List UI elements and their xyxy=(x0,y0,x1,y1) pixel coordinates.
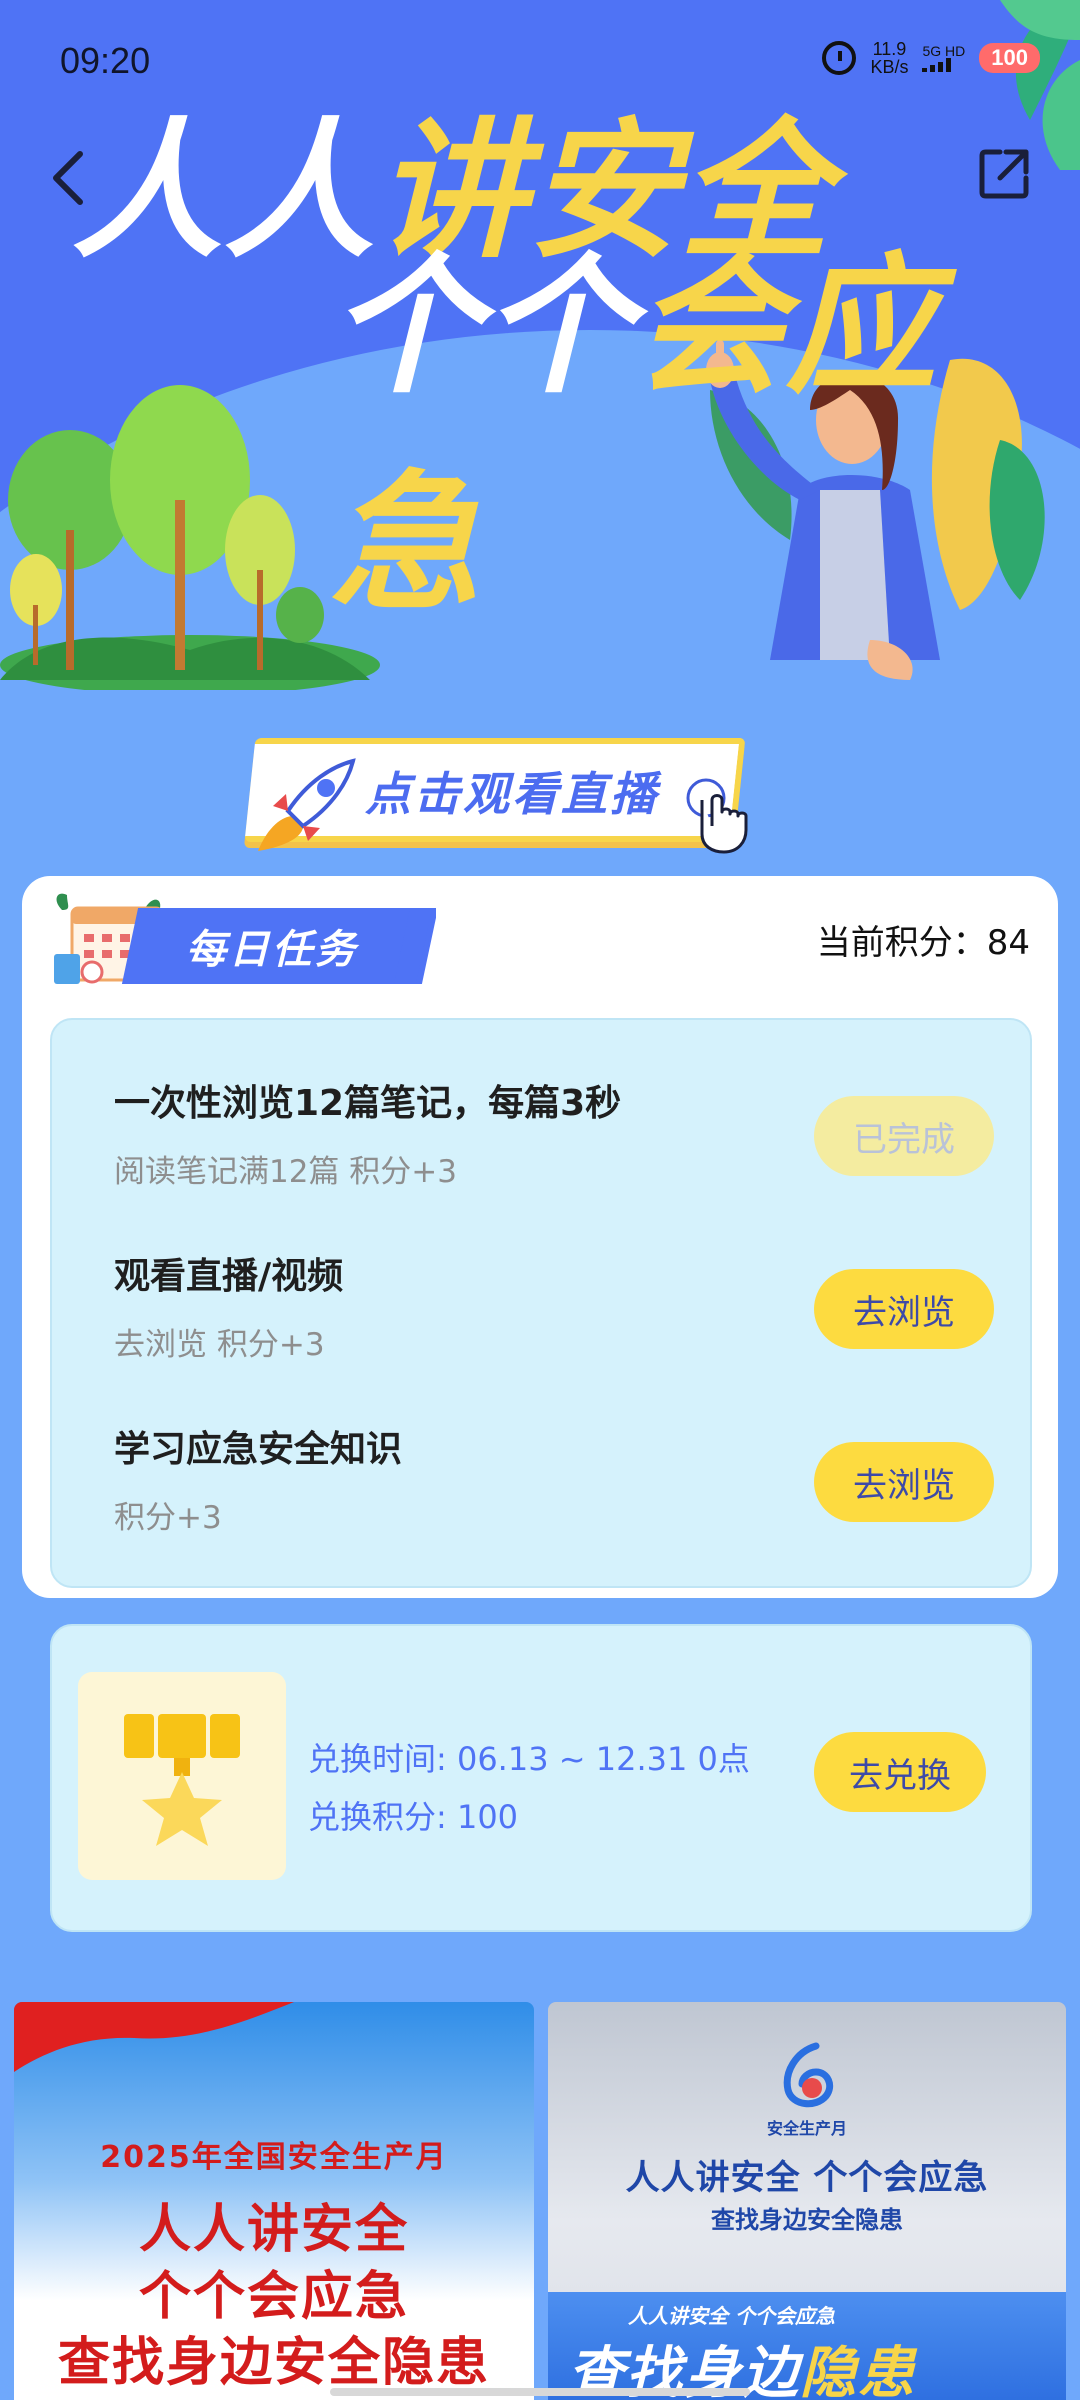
flag-decoration xyxy=(14,2002,294,2072)
net-speed-value: 11.9 xyxy=(872,39,907,59)
exchange-info: 兑换时间: 06.13 ~ 12.31 0点 兑换积分: 100 xyxy=(308,1730,750,1846)
exchange-points: 兑换积分: 100 xyxy=(308,1798,519,1836)
thumb-right-band-small: 人人讲安全 个个会应急 xyxy=(628,2304,835,2328)
exchange-button[interactable]: 去兑换 xyxy=(814,1732,986,1812)
battery-indicator: 100 xyxy=(979,43,1040,73)
signal-bars-icon xyxy=(922,58,965,72)
hero-title-line2: 个个会应急 xyxy=(330,205,1080,639)
status-icons: 11.9 KB/s 5G HD 100 xyxy=(822,40,1040,76)
exchange-card: 兑换时间: 06.13 ~ 12.31 0点 兑换积分: 100 去兑换 xyxy=(50,1624,1032,1932)
task-item: 一次性浏览12篇笔记，每篇3秒 阅读笔记满12篇 积分+3 已完成 xyxy=(114,1074,994,1204)
thumb-left-line1: 人人讲安全 xyxy=(138,2200,409,2260)
video-thumbnail-right[interactable]: 安全生产月 人人讲安全 个个会应急 查找身边安全隐患 人人讲安全 个个会应急 查… xyxy=(548,2002,1066,2400)
home-indicator[interactable] xyxy=(330,2388,750,2396)
task-item: 观看直播/视频 去浏览 积分+3 去浏览 xyxy=(114,1247,994,1377)
thumb-left-line2: 个个会应急 xyxy=(138,2267,409,2327)
task-browse-button[interactable]: 去浏览 xyxy=(814,1269,994,1349)
tag-divider xyxy=(436,908,446,984)
trees-illustration xyxy=(0,385,380,690)
medal-icon xyxy=(124,1714,240,1846)
hero-title-line2-white: 个个 xyxy=(330,240,635,414)
task-completed-button[interactable]: 已完成 xyxy=(814,1096,994,1176)
points-value: 84 xyxy=(986,923,1030,963)
thumb-right-logo-text: 安全生产月 xyxy=(766,2119,847,2138)
task-list: 一次性浏览12篇笔记，每篇3秒 阅读笔记满12篇 积分+3 已完成 观看直播/视… xyxy=(50,1018,1032,1588)
video-thumbnail-left[interactable]: 2025年全国安全生产月 人人讲安全 个个会应急 查找身边安全隐患 xyxy=(14,2002,534,2400)
daily-task-title: 每日任务 xyxy=(186,927,358,973)
thumb-right-main: 人人讲安全 个个会应急 xyxy=(625,2158,989,2198)
safety-month-logo xyxy=(783,2042,834,2108)
current-points: 当前积分：84 xyxy=(817,915,1030,964)
task-browse-button[interactable]: 去浏览 xyxy=(814,1442,994,1522)
watch-live-label: 点击观看直播 xyxy=(365,767,659,821)
rocket-icon xyxy=(258,758,356,851)
signal-indicator: 5G HD xyxy=(922,44,965,72)
share-icon[interactable] xyxy=(976,146,1032,202)
net-speed-unit: KB/s xyxy=(870,57,909,77)
points-label: 当前积分： xyxy=(816,923,987,963)
thumb-right-sub: 查找身边安全隐患 xyxy=(711,2206,903,2234)
thumb-right-band-big-b: 隐患 xyxy=(800,2341,916,2400)
task-item: 学习应急安全知识 积分+3 去浏览 xyxy=(114,1420,994,1550)
tap-hand-icon xyxy=(686,778,748,854)
signal-label: 5G HD xyxy=(922,43,966,59)
thumb-left-year: 2025年全国安全生产月 xyxy=(100,2140,448,2175)
medal-box xyxy=(78,1672,286,1880)
exchange-time: 兑换时间: 06.13 ~ 12.31 0点 xyxy=(308,1740,750,1778)
thumb-left-line3: 查找身边安全隐患 xyxy=(57,2333,490,2393)
net-speed: 11.9 KB/s xyxy=(870,40,908,76)
